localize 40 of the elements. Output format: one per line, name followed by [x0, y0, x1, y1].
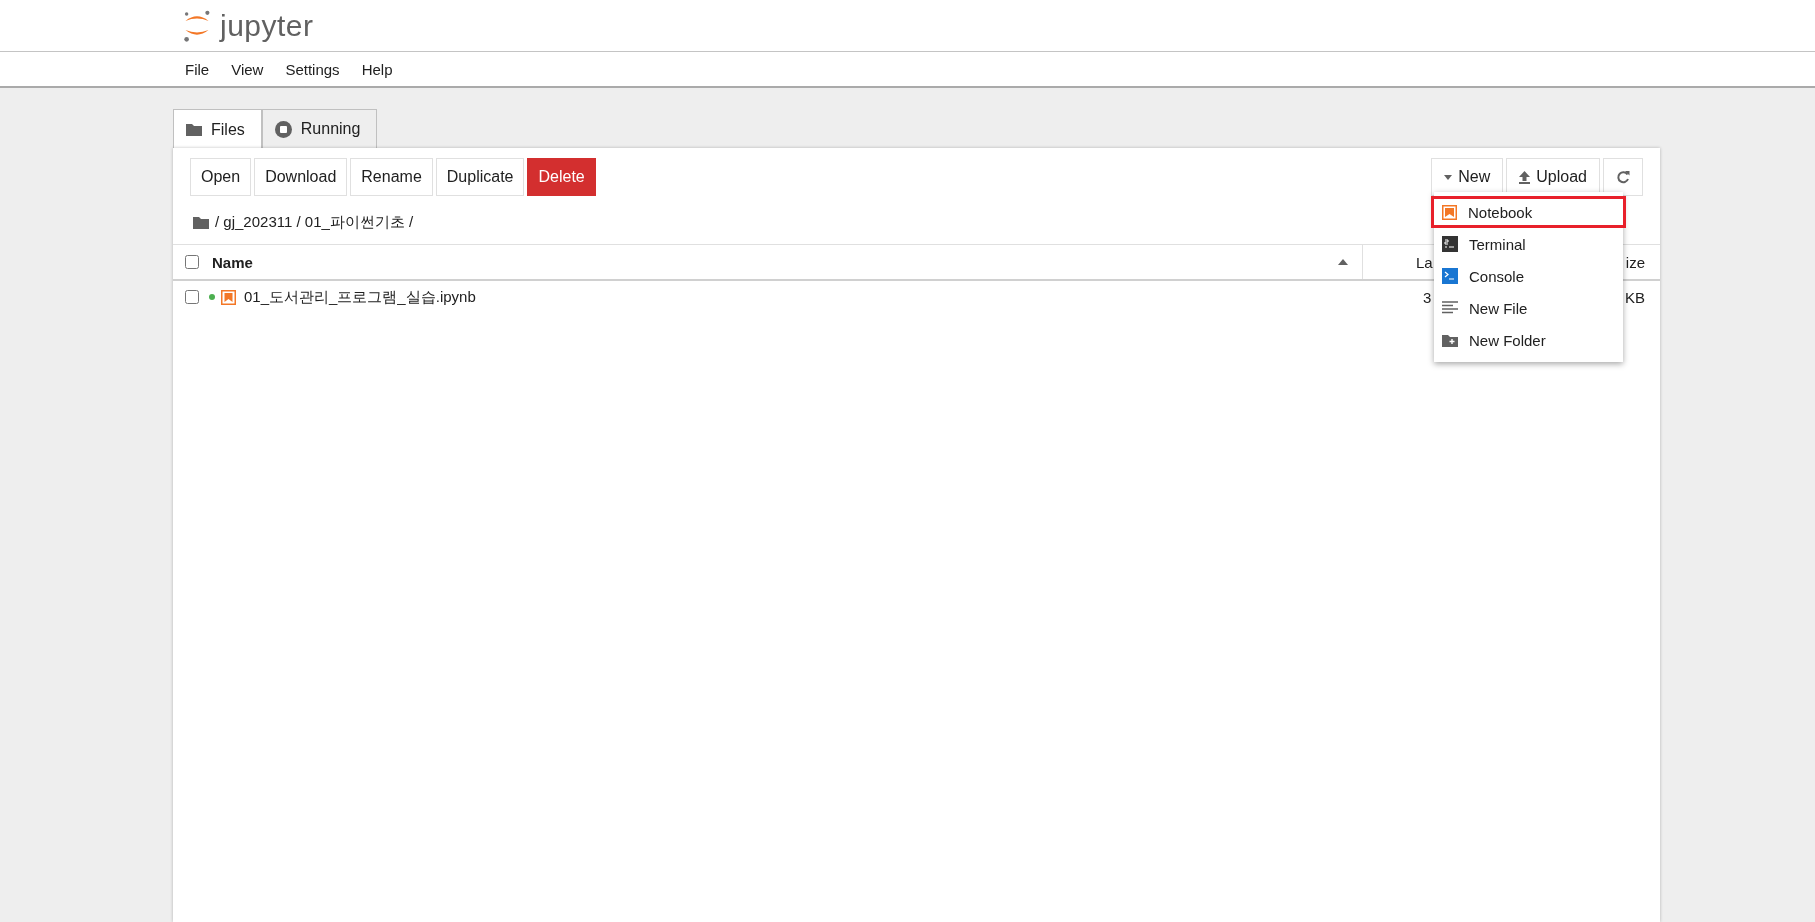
toolbar-button[interactable]: Open	[190, 158, 252, 196]
menu-item[interactable]: Terminal	[1431, 228, 1626, 260]
refresh-button[interactable]	[1603, 158, 1643, 196]
toolbar-button[interactable]: Duplicate	[435, 158, 525, 196]
new-folder-icon	[1442, 333, 1458, 347]
menu-item[interactable]: New File	[1431, 292, 1626, 324]
menu-item[interactable]: View	[231, 60, 264, 78]
table-cell-text: 3	[1422, 288, 1432, 306]
menu-item[interactable]: Notebook	[1431, 196, 1626, 228]
column-header[interactable]: La	[1416, 253, 1433, 271]
text-file-icon	[1442, 301, 1458, 315]
table-cell: KB	[1625, 288, 1645, 306]
menu-item[interactable]: New Folder	[1431, 324, 1626, 356]
upload-icon	[1519, 170, 1531, 184]
tab[interactable]: Running	[261, 109, 378, 148]
menu-item[interactable]: Settings	[285, 60, 340, 78]
file-name[interactable]: 01_도서관리_프로그램_실습.ipynb	[242, 287, 476, 307]
caret-icon	[1444, 174, 1453, 180]
stop-icon	[274, 120, 292, 138]
select-all-checkbox[interactable]	[185, 255, 199, 269]
menu-item[interactable]: Help	[361, 60, 393, 78]
terminal-icon	[1442, 236, 1458, 252]
toolbar-button[interactable]: Download	[254, 158, 348, 196]
column-header[interactable]: Name	[209, 253, 253, 271]
tab[interactable]: Files	[173, 109, 262, 149]
folder-icon	[186, 123, 202, 136]
notebook-icon	[221, 289, 236, 305]
folder-icon	[193, 215, 209, 229]
logo-text: jupyter	[220, 8, 314, 43]
column-header[interactable]: ize	[1625, 253, 1645, 271]
new-button[interactable]: New	[1431, 158, 1504, 196]
notebook-icon	[1442, 204, 1457, 220]
row-checkbox[interactable]	[185, 290, 199, 304]
console-icon	[1442, 268, 1458, 284]
logo-icon	[182, 8, 212, 43]
menu-item[interactable]: File	[185, 60, 210, 78]
refresh-icon	[1616, 170, 1630, 184]
breadcrumb-path[interactable]: / gj_202311 / 01_파이썬기초 /	[215, 212, 414, 232]
toolbar-button[interactable]: Rename	[350, 158, 433, 196]
toolbar-button[interactable]: Delete	[527, 158, 596, 196]
